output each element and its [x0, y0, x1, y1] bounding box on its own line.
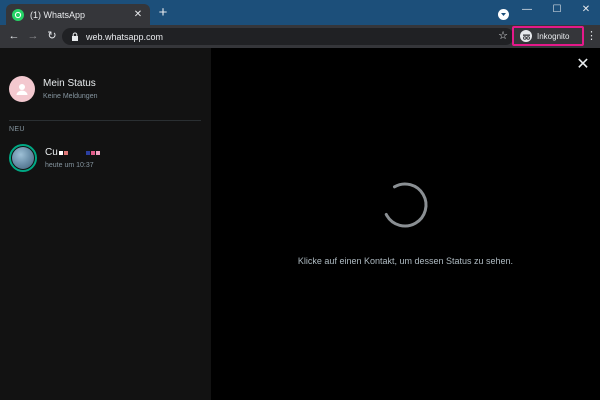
- browser-window: (1) WhatsApp ✕ + — ☐ ✕ ← → ↻ web.whatsap…: [0, 0, 600, 400]
- minimize-button[interactable]: —: [520, 3, 534, 17]
- my-status-subtitle: Keine Meldungen: [43, 93, 98, 100]
- contact-avatar: [9, 144, 37, 172]
- new-tab-button[interactable]: +: [156, 5, 170, 20]
- browser-menu-icon[interactable]: ⋮: [586, 29, 597, 43]
- lock-icon: [70, 32, 80, 42]
- tab-bar: (1) WhatsApp ✕ + — ☐ ✕: [0, 0, 600, 25]
- bookmark-star-icon[interactable]: ☆: [498, 29, 508, 44]
- url-text: web.whatsapp.com: [86, 31, 164, 42]
- divider: [9, 120, 201, 121]
- status-viewer: ✕ Klicke auf einen Kontakt, um dessen St…: [211, 48, 600, 400]
- incognito-label: Inkognito: [537, 31, 570, 41]
- back-button[interactable]: ←: [7, 29, 21, 43]
- my-avatar: [9, 76, 35, 102]
- tab-title: (1) WhatsApp: [30, 9, 86, 20]
- status-contact-item[interactable]: Cu heute um 10:37: [9, 144, 100, 172]
- my-status-title: Mein Status: [43, 78, 96, 89]
- contact-time: heute um 10:37: [45, 162, 94, 169]
- forward-button[interactable]: →: [26, 29, 40, 43]
- profile-icon[interactable]: [498, 9, 509, 20]
- reload-button[interactable]: ↻: [45, 29, 59, 43]
- tab-whatsapp[interactable]: (1) WhatsApp ✕: [6, 4, 150, 25]
- whatsapp-icon: [12, 8, 24, 21]
- browser-toolbar: ← → ↻ web.whatsapp.com ☆ Inkognito ⋮: [0, 25, 600, 48]
- incognito-button[interactable]: Inkognito: [512, 26, 584, 46]
- tab-close-icon[interactable]: ✕: [132, 9, 144, 21]
- maximize-button[interactable]: ☐: [550, 3, 564, 17]
- loading-spinner-icon: [382, 182, 428, 228]
- status-sidebar: Mein Status Keine Meldungen NEU Cu heute…: [0, 48, 211, 400]
- address-bar[interactable]: web.whatsapp.com ☆: [62, 28, 514, 45]
- status-hint-text: Klicke auf einen Kontakt, um dessen Stat…: [297, 256, 514, 266]
- redacted-pixels: [58, 150, 100, 155]
- section-label-new: NEU: [9, 126, 25, 133]
- contact-name: Cu: [45, 147, 58, 158]
- close-icon[interactable]: ✕: [576, 57, 590, 73]
- incognito-icon: [520, 30, 532, 42]
- my-status-row[interactable]: Mein Status Keine Meldungen: [9, 76, 98, 102]
- window-close-button[interactable]: ✕: [579, 3, 593, 17]
- page-content: Mein Status Keine Meldungen NEU Cu heute…: [0, 48, 600, 400]
